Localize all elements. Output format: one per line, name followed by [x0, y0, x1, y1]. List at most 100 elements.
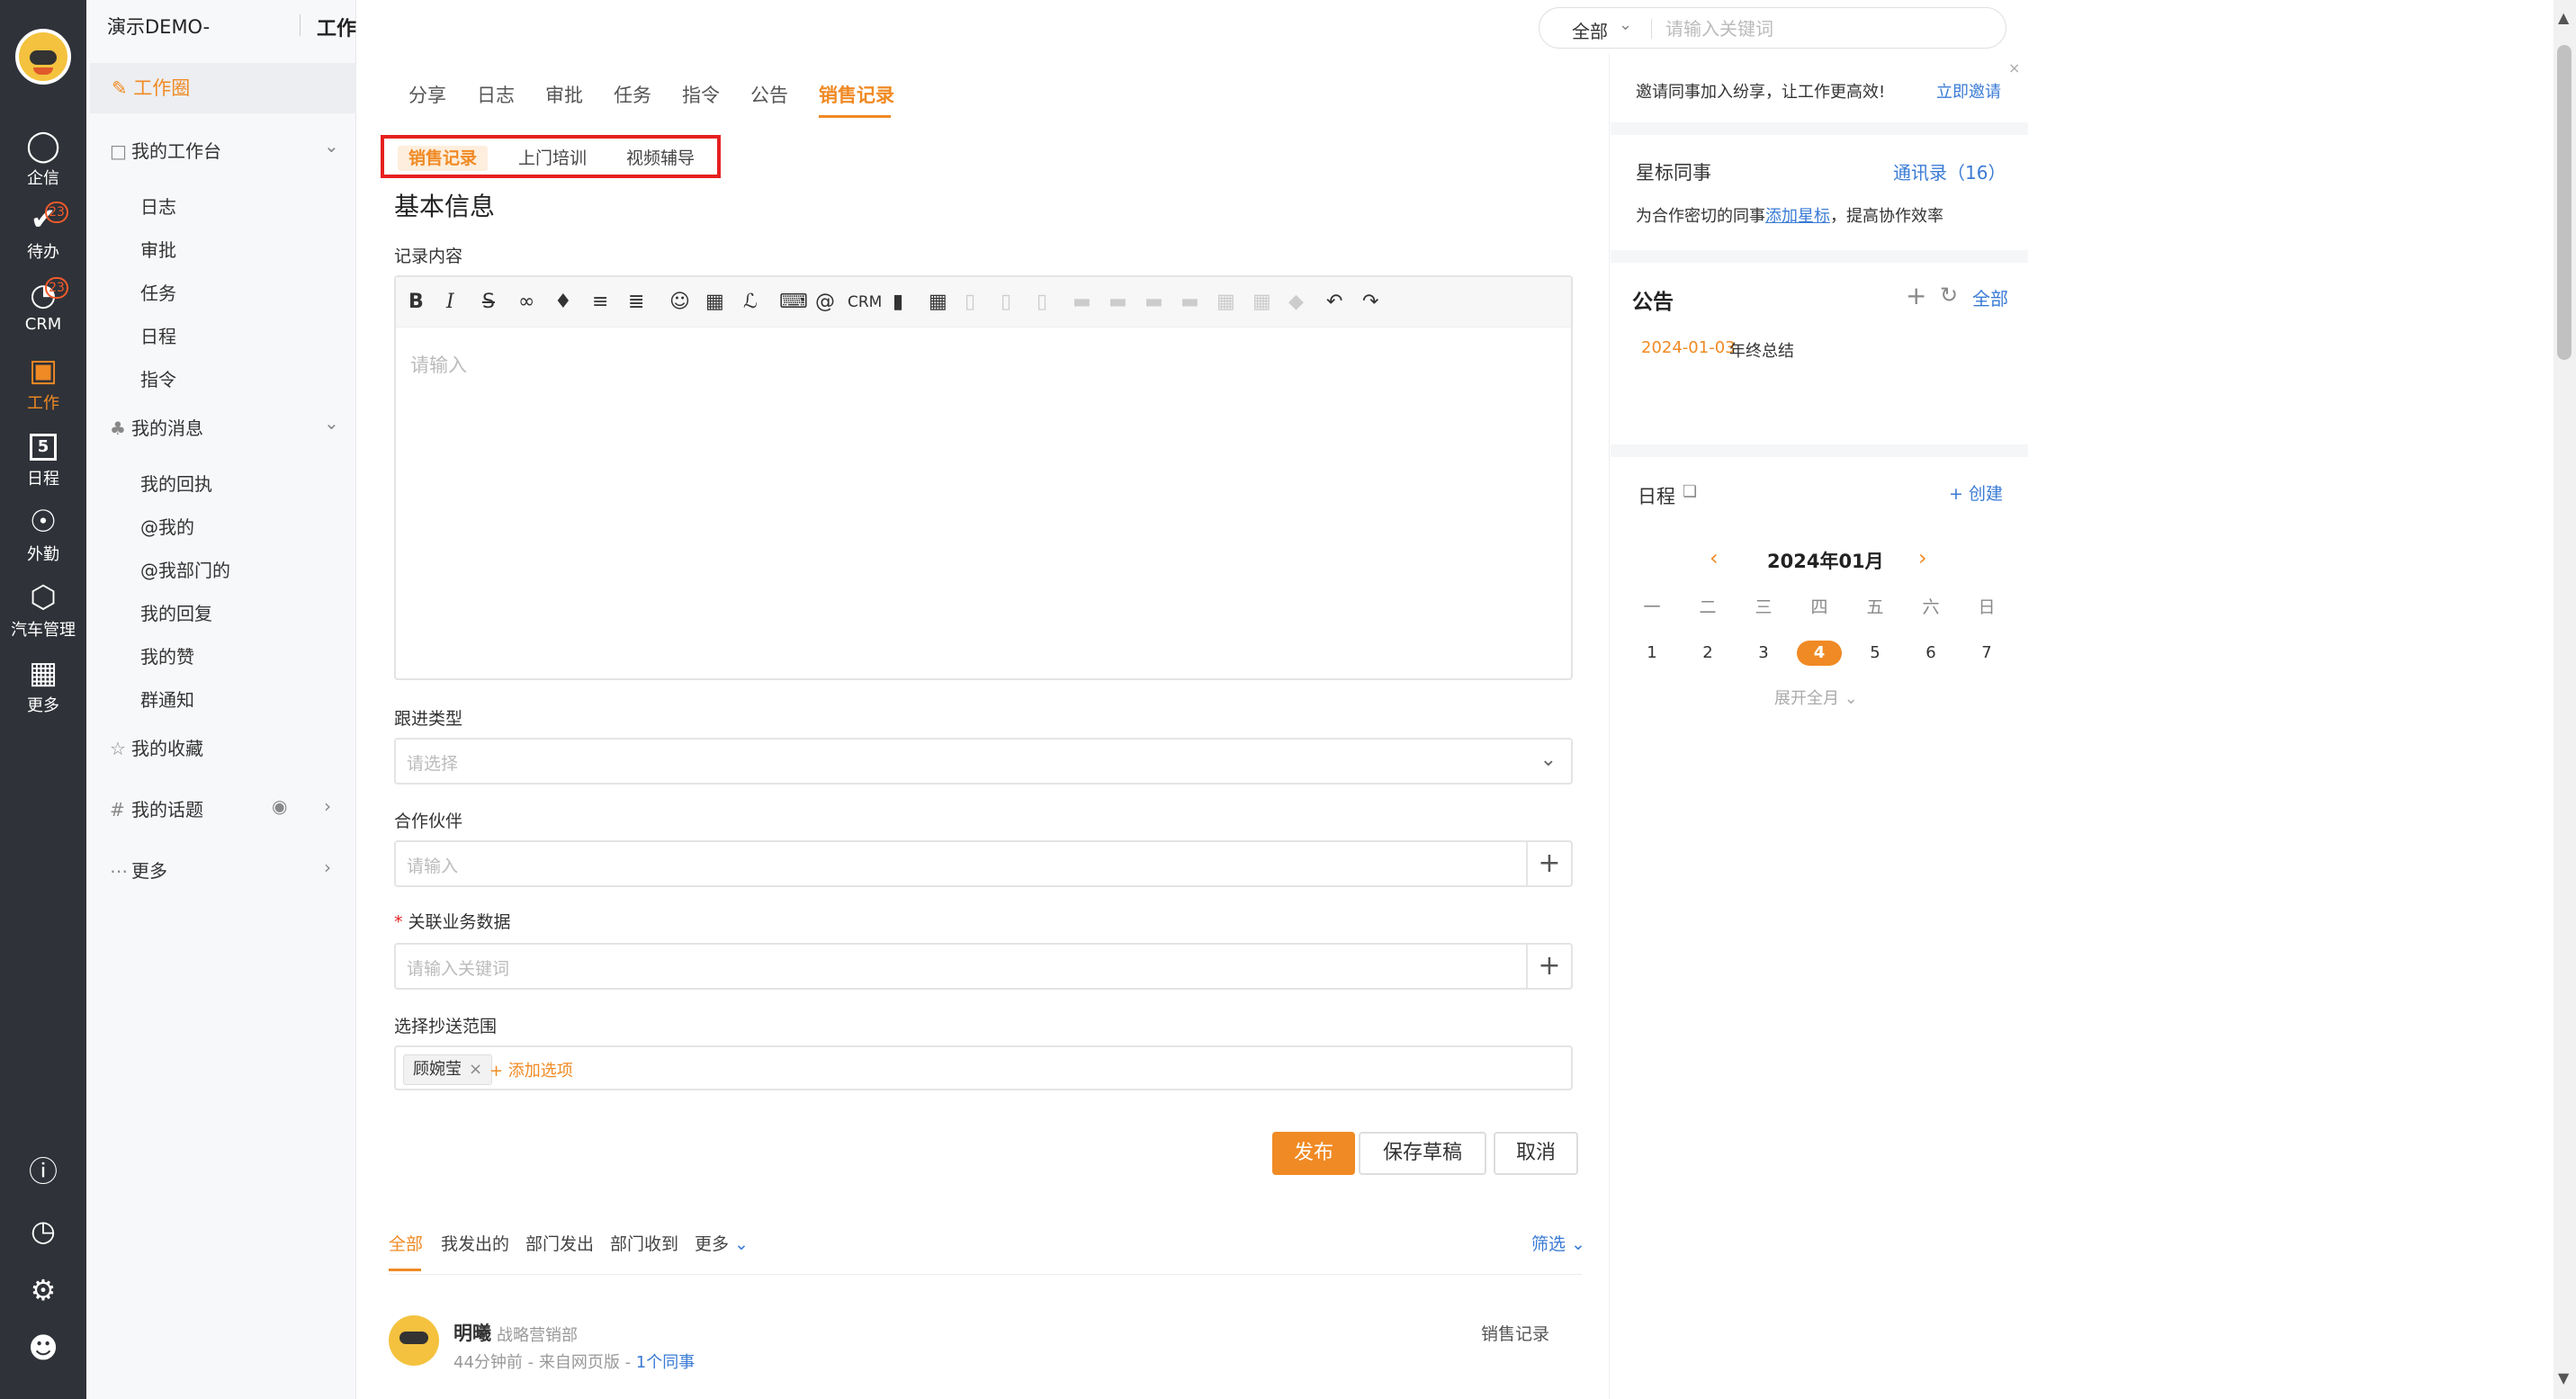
copy-icon[interactable]: ❏	[1683, 482, 1697, 501]
sidebar-item-work-circle[interactable]: ✎ 工作圈	[90, 63, 356, 113]
chevron-down-icon[interactable]: ⌄	[1619, 15, 1632, 34]
italic-icon[interactable]: I	[446, 290, 454, 315]
sidebar-item-approval[interactable]: 审批	[140, 236, 176, 262]
tab-notice[interactable]: 公告	[750, 81, 788, 108]
chevron-right-icon[interactable]: ›	[324, 856, 331, 878]
sidebar-item-at-dept[interactable]: @我部门的	[140, 556, 230, 582]
table-border-icon[interactable]: ▬	[1180, 290, 1199, 315]
delete-column-icon[interactable]: ▯	[1001, 290, 1011, 315]
avatar[interactable]	[389, 1315, 439, 1366]
feed-tab-more[interactable]: 更多 ⌄	[695, 1231, 749, 1255]
sidebar-item-receipt[interactable]: 我的回执	[140, 470, 212, 496]
add-biz-data-plus-icon[interactable]: +	[1526, 945, 1571, 988]
add-option-link[interactable]: + 添加选项	[489, 1058, 573, 1081]
tab-sales-record[interactable]: 销售记录	[819, 81, 894, 108]
help-icon[interactable]: ⓘ	[0, 1144, 86, 1198]
sidebar-item-topics[interactable]: # 我的话题	[110, 795, 203, 821]
refresh-icon[interactable]: ↻	[1940, 282, 1958, 308]
sidebar-item-task[interactable]: 任务	[140, 279, 176, 305]
rail-item-todo[interactable]: ✔ 待办 23	[0, 200, 86, 272]
calendar-day[interactable]: 7	[1969, 641, 2005, 666]
rail-item-crm[interactable]: ◔ CRM 23	[0, 275, 86, 347]
subtab-onsite-training[interactable]: 上门培训	[507, 146, 597, 171]
post-author[interactable]: 明曦	[453, 1319, 491, 1346]
tab-instruction[interactable]: 指令	[682, 81, 720, 108]
undo-icon[interactable]: ↶	[1326, 290, 1342, 315]
subtab-video-coaching[interactable]: 视频辅导	[615, 146, 705, 171]
close-icon[interactable]: ×	[469, 1060, 482, 1079]
feed-tab-dept-sent[interactable]: 部门发出	[525, 1231, 594, 1255]
create-schedule-button[interactable]: + 创建	[1949, 480, 2003, 505]
rail-item-car[interactable]: ⬡ 汽车管理	[0, 578, 86, 650]
scroll-up-icon[interactable]: ▲	[2558, 9, 2569, 26]
sidebar-item-schedule[interactable]: 日程	[140, 322, 176, 348]
gear-icon[interactable]: ⚙	[0, 1263, 86, 1317]
sidebar-item-group-notice[interactable]: 群通知	[140, 686, 194, 712]
sidebar-item-at-me[interactable]: @我的	[140, 513, 194, 539]
search-scope[interactable]: 全部	[1572, 17, 1608, 43]
tab-approval[interactable]: 审批	[545, 81, 583, 108]
feed-tab-sent[interactable]: 我发出的	[441, 1231, 509, 1255]
redo-icon[interactable]: ↷	[1362, 290, 1378, 315]
link-icon[interactable]: ∞	[518, 290, 534, 315]
calendar-day[interactable]: 5	[1857, 641, 1893, 666]
table-style-icon[interactable]: ▦	[1252, 290, 1271, 315]
table-icon[interactable]: ▦	[929, 290, 947, 315]
add-star-link[interactable]: 添加星标	[1765, 207, 1830, 226]
feed-tab-all[interactable]: 全部	[389, 1231, 423, 1255]
bold-icon[interactable]: B	[408, 290, 424, 315]
sidebar-item-log[interactable]: 日志	[140, 193, 176, 219]
emoji-icon[interactable]: ☺	[669, 290, 690, 315]
save-draft-button[interactable]: 保存草稿	[1359, 1132, 1486, 1175]
calendar-day-today[interactable]: 4	[1797, 641, 1842, 666]
tab-share[interactable]: 分享	[408, 81, 446, 108]
rail-item-chat[interactable]: ◯ 企信	[0, 126, 86, 198]
rail-item-schedule[interactable]: 5 日程	[0, 426, 86, 498]
fill-color-icon[interactable]: ◆	[1288, 290, 1304, 315]
at-mention-icon[interactable]: @	[815, 290, 835, 315]
sidebar-group-workbench[interactable]: □ 我的工作台	[110, 137, 221, 163]
sidebar-item-instruction[interactable]: 指令	[140, 365, 176, 391]
chevron-down-icon[interactable]: ⌄	[324, 135, 339, 157]
chevron-left-icon[interactable]: ‹	[1710, 545, 1719, 570]
numbered-list-icon[interactable]: ≣	[628, 290, 644, 315]
invite-link[interactable]: 立即邀请	[1936, 79, 2001, 103]
rail-item-work[interactable]: ▣ 工作	[0, 351, 86, 423]
rail-item-more[interactable]: ▦ 更多	[0, 653, 86, 725]
subtab-sales-record[interactable]: 销售记录	[398, 146, 489, 171]
chevron-down-icon[interactable]: ⌄	[324, 412, 339, 434]
calendar-day[interactable]: 6	[1913, 641, 1949, 666]
app-logo[interactable]	[15, 29, 71, 85]
plus-icon[interactable]: +	[1906, 281, 1926, 310]
split-cells-icon[interactable]: ▬	[1144, 290, 1163, 315]
post-colleague-link[interactable]: 1个同事	[636, 1353, 695, 1372]
sidebar-item-likes[interactable]: 我的赞	[140, 642, 194, 668]
sidebar-item-more[interactable]: ⋯ 更多	[110, 856, 167, 883]
search-input[interactable]	[1665, 15, 1989, 42]
rich-text-editor[interactable]: B I S ∞ ♦ ≡ ≣ ☺ ▦ ℒ ⌨ @ CRM ▮ ▦ ▯ ▯ ▯ ▬ …	[394, 275, 1573, 680]
clock-icon[interactable]: ◷	[0, 1204, 86, 1258]
insert-column-icon[interactable]: ▯	[965, 290, 975, 315]
close-icon[interactable]: ×	[2008, 59, 2020, 76]
add-partner-plus-icon[interactable]: +	[1526, 842, 1571, 885]
cancel-button[interactable]: 取消	[1494, 1132, 1578, 1175]
keyboard-icon[interactable]: ⌨	[779, 290, 808, 315]
expand-month-link[interactable]: 展开全月 ⌄	[1774, 686, 1858, 709]
rail-item-field[interactable]: ☉ 外勤	[0, 502, 86, 574]
chevron-right-icon[interactable]: ›	[1918, 545, 1927, 570]
notice-item[interactable]: 年终总结	[1729, 338, 1794, 362]
attachment-icon[interactable]: ℒ	[743, 290, 758, 315]
scrollbar-thumb[interactable]	[2557, 45, 2572, 360]
scroll-down-icon[interactable]: ▼	[2558, 1369, 2569, 1386]
sidebar-item-favorites[interactable]: ☆ 我的收藏	[110, 734, 203, 760]
eye-settings-icon[interactable]: ◉	[272, 795, 287, 817]
table-header-icon[interactable]: ▦	[1216, 290, 1235, 315]
strikethrough-icon[interactable]: S	[482, 290, 495, 315]
partner-input[interactable]: 请输入 +	[394, 840, 1573, 887]
calendar-day[interactable]: 3	[1746, 641, 1782, 666]
tab-task[interactable]: 任务	[614, 81, 651, 108]
feed-tab-dept-received[interactable]: 部门收到	[610, 1231, 678, 1255]
delete-row-icon[interactable]: ▬	[1108, 290, 1127, 315]
filter-button[interactable]: 筛选 ⌄	[1531, 1231, 1585, 1255]
sidebar-item-replies[interactable]: 我的回复	[140, 599, 212, 625]
